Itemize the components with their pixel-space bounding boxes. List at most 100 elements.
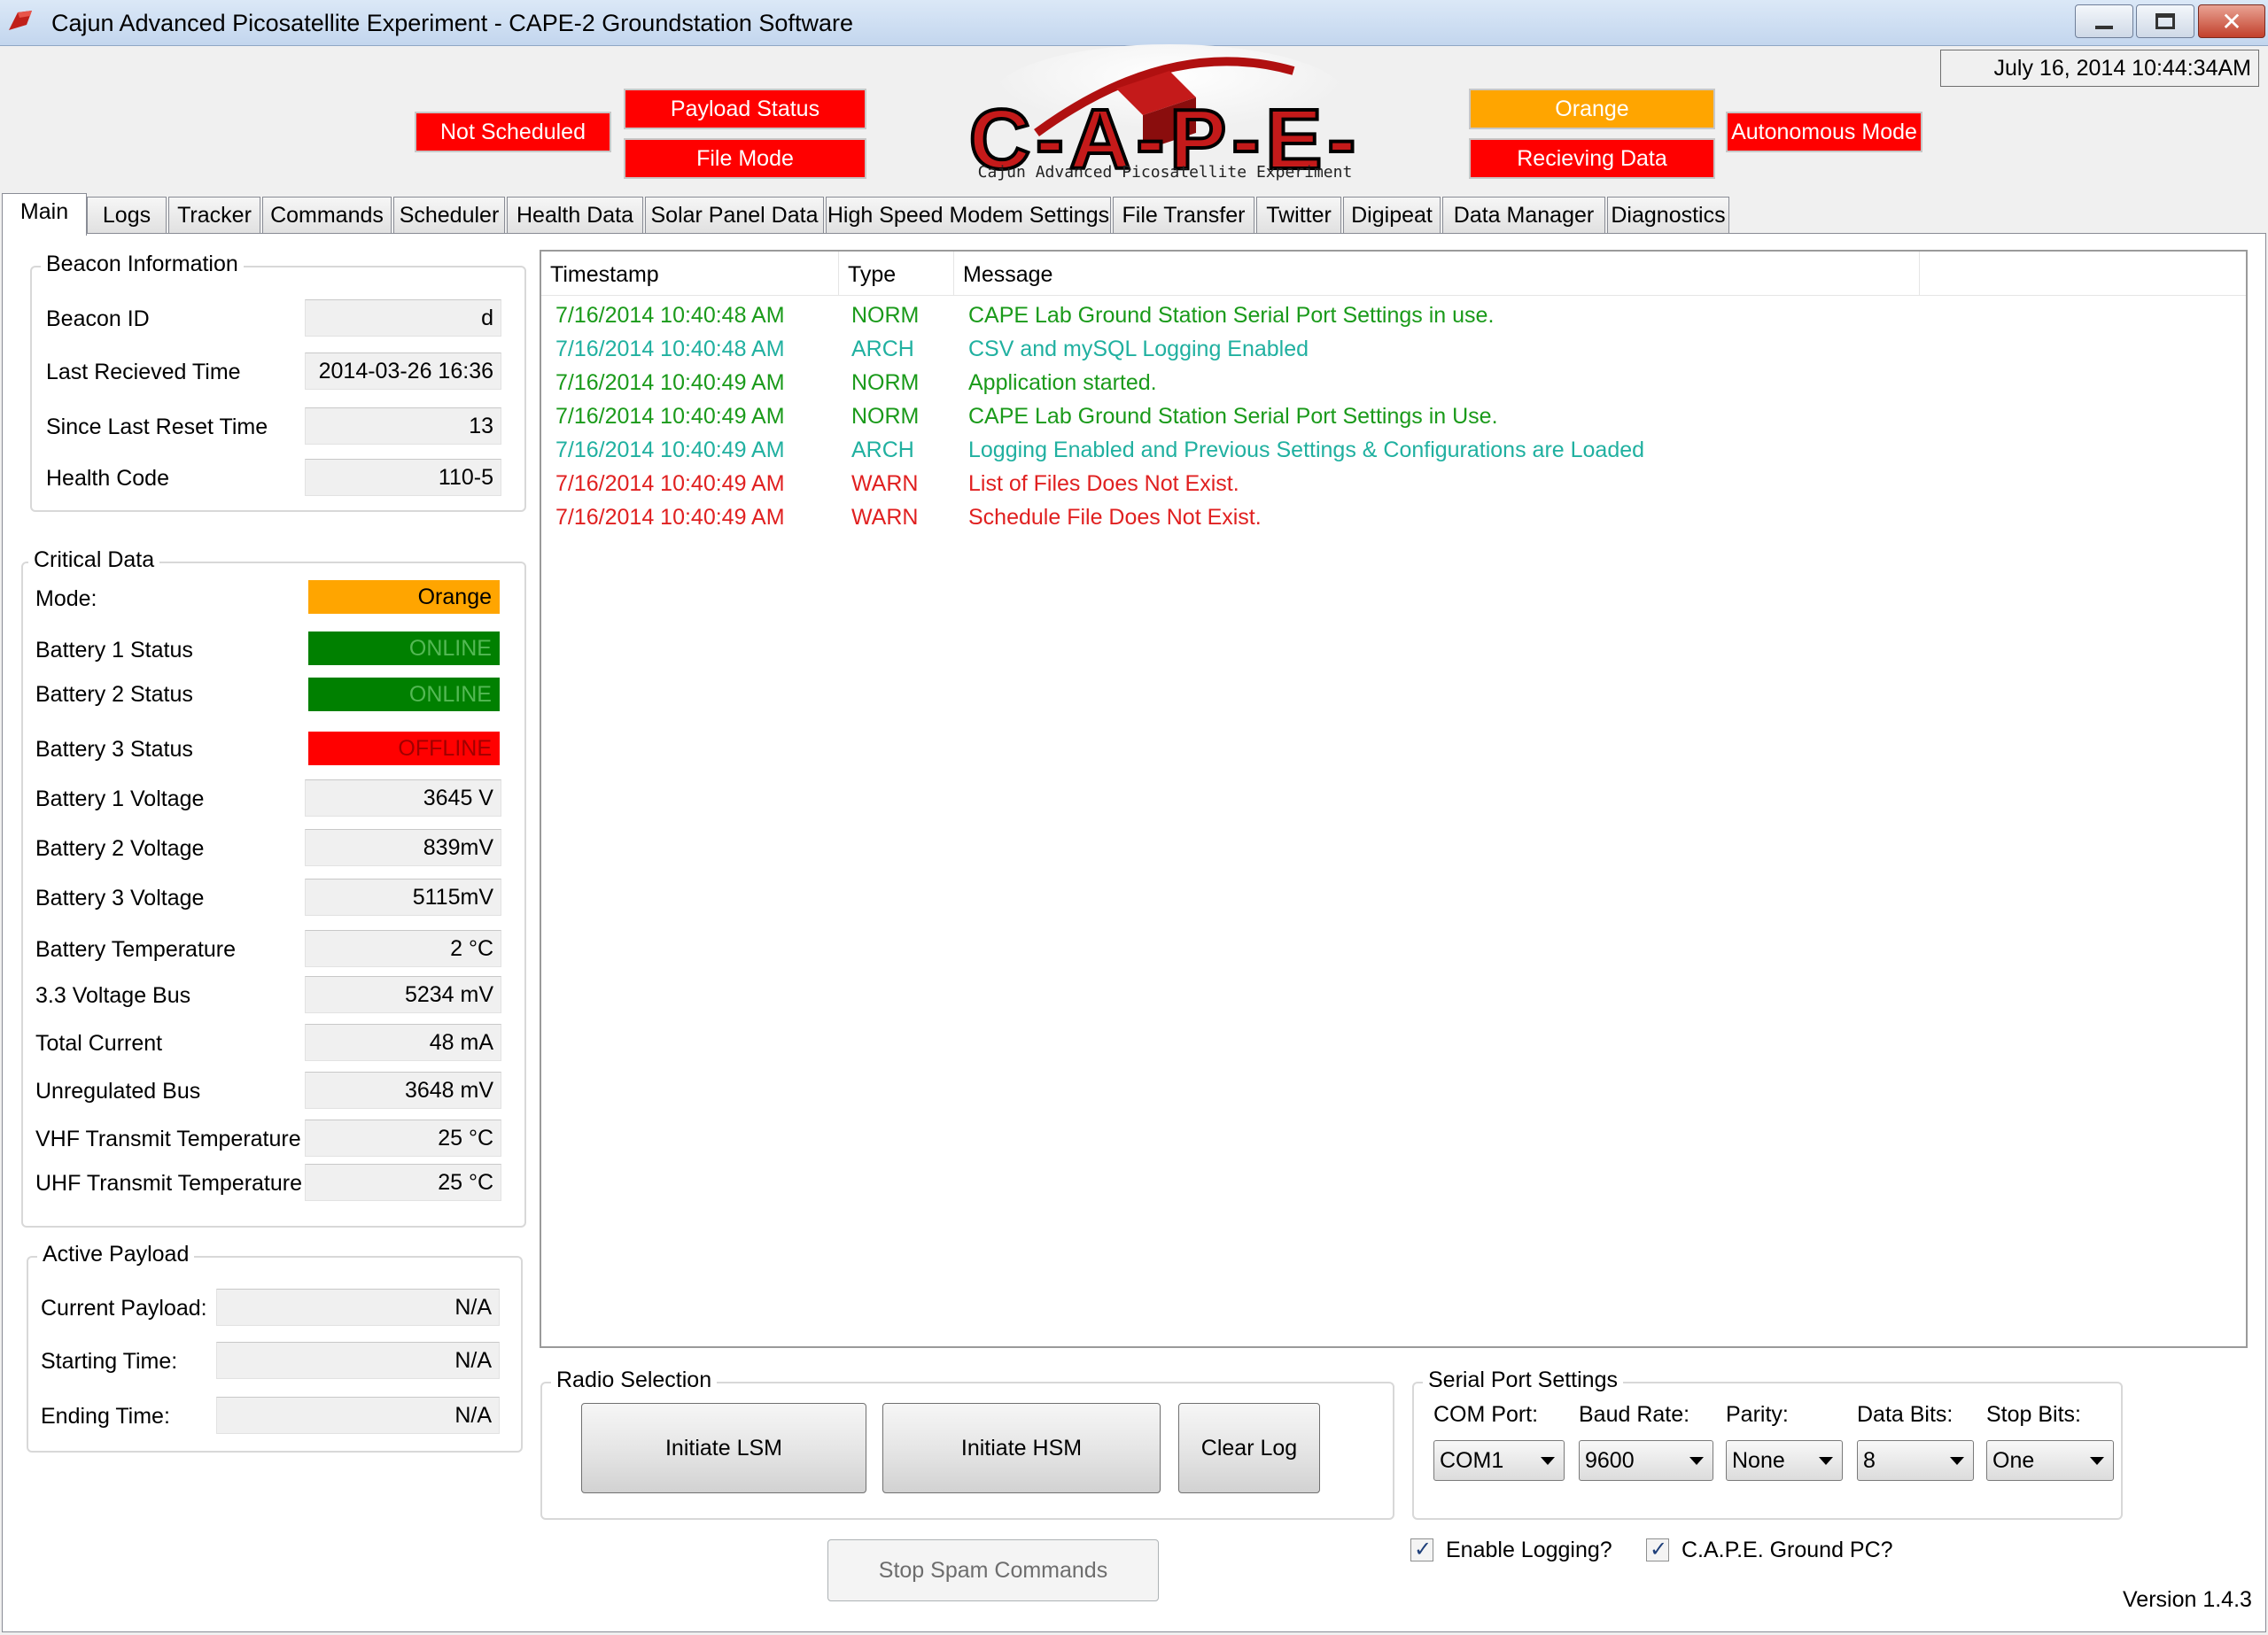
battery-2-status-label: Battery 2 Status: [35, 682, 193, 707]
baud-rate-value: 9600: [1585, 1448, 1635, 1473]
baud-rate-label: Baud Rate:: [1579, 1402, 1690, 1427]
battery-temperature-value: 2 °C: [305, 930, 501, 967]
battery-1-status-value: ONLINE: [308, 632, 500, 665]
tab-solar-panel-data[interactable]: Solar Panel Data: [645, 197, 824, 234]
column-message[interactable]: Message: [954, 252, 1920, 296]
log-message: CAPE Lab Ground Station Serial Port Sett…: [968, 303, 1495, 328]
close-icon: ✕: [2221, 6, 2242, 36]
log-message: Logging Enabled and Previous Settings & …: [968, 438, 1645, 462]
log-type: NORM: [851, 370, 920, 395]
tab-tracker[interactable]: Tracker: [168, 197, 260, 234]
current-payload-value: N/A: [216, 1289, 500, 1326]
log-type: NORM: [851, 404, 920, 429]
initiate-lsm-button[interactable]: Initiate LSM: [581, 1403, 866, 1493]
battery-1-status-label: Battery 1 Status: [35, 638, 193, 663]
datetime-display: July 16, 2014 10:44:34AM: [1940, 50, 2259, 87]
tab-twitter[interactable]: Twitter: [1256, 197, 1341, 234]
close-button[interactable]: ✕: [2198, 4, 2265, 38]
chevron-down-icon: [1950, 1457, 1964, 1465]
log-timestamp: 7/16/2014 10:40:49 AM: [555, 370, 785, 395]
tab-main[interactable]: Main: [2, 193, 87, 236]
battery-2-status-value: ONLINE: [308, 678, 500, 711]
unregulated-bus-label: Unregulated Bus: [35, 1079, 201, 1104]
since-reset-value: 13: [305, 407, 501, 445]
baud-rate-select[interactable]: 9600: [1579, 1440, 1713, 1481]
ground-pc-label: C.A.P.E. Ground PC?: [1682, 1538, 1893, 1562]
mode-value: Orange: [308, 580, 500, 614]
event-log-list[interactable]: Timestamp Type Message 7/16/2014 10:40:4…: [540, 250, 2248, 1348]
schedule-status: Not Scheduled: [415, 112, 611, 152]
maximize-button[interactable]: [2136, 4, 2194, 38]
battery-3-voltage-value: 5115mV: [305, 879, 501, 916]
log-row[interactable]: 7/16/2014 10:40:49 AM WARN List of Files…: [541, 471, 2246, 503]
battery-3-status-label: Battery 3 Status: [35, 737, 193, 762]
unregulated-bus-value: 3648 mV: [305, 1072, 501, 1109]
tab-logs[interactable]: Logs: [87, 197, 167, 234]
restore-icon: [2155, 13, 2175, 29]
ground-pc-checkbox[interactable]: ✓: [1646, 1537, 1669, 1561]
log-message: Application started.: [968, 370, 1157, 395]
logo-subtitle: Cajun Advanced Picosatellite Experiment: [978, 163, 1353, 182]
tab-bar: Main Logs Tracker Commands Scheduler Hea…: [0, 193, 2268, 236]
parity-value: None: [1732, 1448, 1785, 1473]
title-bar[interactable]: Cajun Advanced Picosatellite Experiment …: [0, 0, 2268, 46]
health-code-value: 110-5: [305, 459, 501, 496]
stop-bits-value: One: [1992, 1448, 2035, 1473]
battery-3-voltage-label: Battery 3 Voltage: [35, 886, 205, 910]
chevron-down-icon: [1541, 1457, 1555, 1465]
starting-time-value: N/A: [216, 1342, 500, 1379]
log-row[interactable]: 7/16/2014 10:40:48 AM ARCH CSV and mySQL…: [541, 337, 2246, 368]
autonomous-status: Autonomous Mode: [1726, 112, 1922, 152]
tab-data-manager[interactable]: Data Manager: [1442, 197, 1605, 234]
beacon-id-label: Beacon ID: [46, 306, 150, 331]
log-message: Schedule File Does Not Exist.: [968, 505, 1262, 530]
receiving-status: Recieving Data: [1469, 138, 1715, 179]
log-timestamp: 7/16/2014 10:40:48 AM: [555, 337, 785, 361]
tab-diagnostics[interactable]: Diagnostics: [1607, 197, 1729, 234]
payload-group-title: Active Payload: [37, 1242, 195, 1267]
enable-logging-checkbox[interactable]: ✓: [1410, 1537, 1433, 1561]
log-row[interactable]: 7/16/2014 10:40:49 AM ARCH Logging Enabl…: [541, 438, 2246, 469]
log-message: List of Files Does Not Exist.: [968, 471, 1239, 496]
tab-digipeat[interactable]: Digipeat: [1343, 197, 1441, 234]
starting-time-label: Starting Time:: [41, 1349, 178, 1374]
column-type[interactable]: Type: [839, 252, 954, 296]
data-bits-value: 8: [1863, 1448, 1876, 1473]
mode-status: Orange: [1469, 89, 1715, 129]
clear-log-button[interactable]: Clear Log: [1178, 1403, 1320, 1493]
log-row[interactable]: 7/16/2014 10:40:49 AM NORM CAPE Lab Grou…: [541, 404, 2246, 436]
tab-commands[interactable]: Commands: [262, 197, 392, 234]
stop-bits-select[interactable]: One: [1986, 1440, 2114, 1481]
battery-3-status-value: OFFLINE: [308, 732, 500, 765]
log-message: CAPE Lab Ground Station Serial Port Sett…: [968, 404, 1498, 429]
version-label: Version 1.4.3: [2123, 1587, 2252, 1612]
window-title: Cajun Advanced Picosatellite Experiment …: [51, 10, 853, 36]
last-received-value: 2014-03-26 16:36: [305, 353, 501, 390]
com-port-value: COM1: [1440, 1448, 1504, 1473]
tab-file-transfer[interactable]: File Transfer: [1113, 197, 1254, 234]
log-timestamp: 7/16/2014 10:40:49 AM: [555, 505, 785, 530]
column-timestamp[interactable]: Timestamp: [541, 252, 839, 296]
last-received-label: Last Recieved Time: [46, 360, 241, 384]
data-bits-select[interactable]: 8: [1857, 1440, 1974, 1481]
log-row[interactable]: 7/16/2014 10:40:48 AM NORM CAPE Lab Grou…: [541, 303, 2246, 335]
battery-2-voltage-value: 839mV: [305, 829, 501, 866]
minimize-button[interactable]: [2075, 4, 2133, 38]
critical-group-title: Critical Data: [28, 547, 160, 573]
battery-2-voltage-label: Battery 2 Voltage: [35, 836, 205, 861]
parity-select[interactable]: None: [1726, 1440, 1843, 1481]
log-type: ARCH: [851, 438, 914, 462]
initiate-hsm-button[interactable]: Initiate HSM: [882, 1403, 1161, 1493]
total-current-value: 48 mA: [305, 1024, 501, 1061]
com-port-select[interactable]: COM1: [1433, 1440, 1565, 1481]
tab-scheduler[interactable]: Scheduler: [393, 197, 505, 234]
log-row[interactable]: 7/16/2014 10:40:49 AM WARN Schedule File…: [541, 505, 2246, 537]
log-header: Timestamp Type Message: [541, 252, 2246, 296]
log-row[interactable]: 7/16/2014 10:40:49 AM NORM Application s…: [541, 370, 2246, 402]
tab-high-speed-modem-settings[interactable]: High Speed Modem Settings: [826, 197, 1111, 234]
current-payload-label: Current Payload:: [41, 1296, 207, 1321]
stop-spam-commands-button[interactable]: Stop Spam Commands: [827, 1539, 1159, 1601]
tab-health-data[interactable]: Health Data: [507, 197, 643, 234]
battery-1-voltage-value: 3645 V: [305, 779, 501, 817]
chevron-down-icon: [1819, 1457, 1833, 1465]
